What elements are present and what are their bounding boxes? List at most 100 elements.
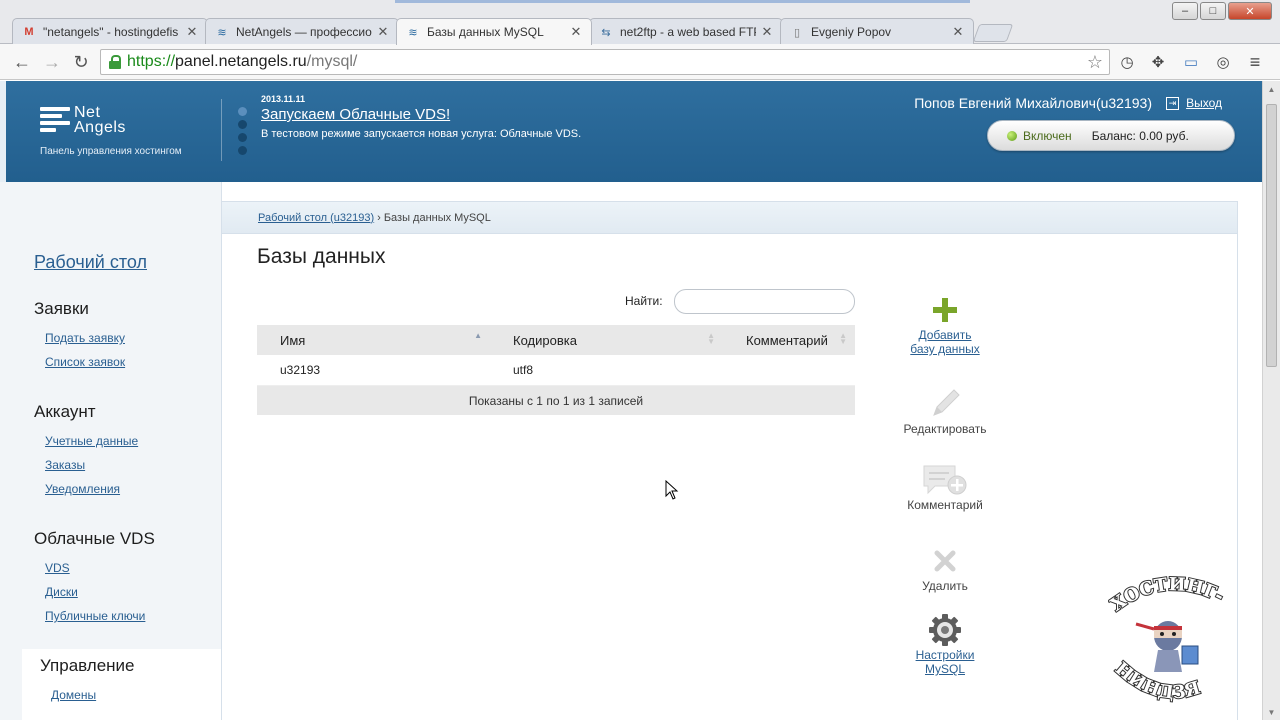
header-divider [221,99,222,161]
news-pager [238,107,247,159]
delete-x-icon [885,545,1005,577]
table-row[interactable]: u32193 utf8 [257,355,855,386]
add-database-button[interactable]: Добавить базу данных [885,294,1005,356]
comment-button[interactable]: Комментарий [885,464,1005,512]
balance-text: Баланс: 0.00 руб. [1091,128,1189,143]
tab-close-icon[interactable]: ✕ [569,24,583,40]
cell-comment [723,355,855,385]
scroll-thumb[interactable] [1266,104,1277,367]
news-dot[interactable] [238,146,247,155]
news-dot[interactable] [238,107,247,116]
delete-button[interactable]: Удалить [885,545,1005,593]
table-header: Имя ▲ Кодировка ▲ ▼ Комментарий ▲ ▼ [257,325,855,355]
sidebar-section-account: Аккаунт [34,402,96,421]
table-info: Показаны с 1 по 1 из 1 записей [257,386,855,415]
sidebar-item-domains[interactable]: Домены [51,688,96,702]
search-label: Найти: [625,294,663,308]
sidebar-item-request-list[interactable]: Список заявок [45,355,125,369]
sidebar-section-cloud-vds: Облачные VDS [34,529,155,548]
gear-icon [885,614,1005,646]
tab-netangels[interactable]: ≋ NetAngels — профессиональный ✕ [205,18,399,45]
sidebar: Рабочий стол Заявки Подать заявку Список… [0,182,222,720]
netangels-icon: ≋ [408,26,418,39]
column-header-encoding[interactable]: Кодировка ▲ ▼ [490,325,723,355]
site-header: Net Angels Панель управления хостингом 20… [0,81,1262,182]
sidebar-desktop-link[interactable]: Рабочий стол [34,252,147,273]
sidebar-section-requests: Заявки [34,299,89,318]
ninja-icon [1135,621,1199,672]
logout-link[interactable]: Выход [1186,96,1222,110]
puzzle-extension-icon[interactable]: ✥ [1149,53,1167,71]
address-bar[interactable]: https://panel.netangels.ru/mysql/ ☆ [100,49,1110,75]
tab-close-icon[interactable]: ✕ [760,24,774,40]
tabstrip-accent [395,0,970,3]
sidebar-item-notifications[interactable]: Уведомления [45,482,120,496]
news-dot[interactable] [238,120,247,129]
browser-toolbar: ← → ↻ https://panel.netangels.ru/mysql/ … [0,44,1280,80]
lock-icon [109,55,121,69]
menu-icon[interactable]: ≡ [1246,52,1264,72]
news-dot[interactable] [238,133,247,142]
comment-add-icon [885,464,1005,496]
tab-title: "netangels" - hostingdefis [43,25,179,39]
plus-icon [885,294,1005,326]
bookmark-star-icon[interactable]: ☆ [1087,52,1103,73]
sidebar-item-public-keys[interactable]: Публичные ключи [45,609,145,623]
forward-arrow-icon[interactable]: → [41,51,63,73]
circle-extension-icon[interactable]: ◎ [1214,53,1232,71]
status-text: Включен [1023,128,1072,143]
tab-gmail[interactable]: M "netangels" - hostingdefis ✕ [12,18,208,45]
gmail-icon: M [24,26,34,38]
sort-both-icon: ▲ ▼ [707,331,715,346]
mysql-settings-label: Настройки MySQL [915,648,975,676]
url-scheme: https:// [127,53,176,70]
breadcrumb-home-link[interactable]: Рабочий стол (u32193) [258,212,374,224]
comment-label: Комментарий [907,498,983,512]
sidebar-item-disks[interactable]: Диски [45,585,78,599]
column-label: Комментарий [746,332,828,348]
sidebar-item-submit-request[interactable]: Подать заявку [45,331,125,345]
maximize-button[interactable]: □ [1200,2,1226,20]
minimize-button[interactable]: – [1172,2,1198,20]
svg-text:ХОСТИНГ-: ХОСТИНГ- [1108,574,1227,616]
page-content: Net Angels Панель управления хостингом 20… [0,81,1262,720]
edit-label: Редактировать [903,422,987,436]
netangels-icon: ≋ [217,26,227,39]
sidebar-item-credentials[interactable]: Учетные данные [45,434,138,448]
tab-close-icon[interactable]: ✕ [951,24,965,40]
sidebar-section-management: Управление [40,656,135,675]
mysql-settings-button[interactable]: Настройки MySQL [885,614,1005,676]
scroll-down-arrow-icon[interactable]: ▼ [1263,704,1280,720]
edit-button[interactable]: Редактировать [885,388,1005,436]
sidebar-item-vds[interactable]: VDS [45,561,70,575]
tab-net2ftp[interactable]: ⇆ net2ftp - a web based FTP ✕ [589,18,783,45]
page-title: Базы данных [257,245,386,268]
tab-mysql[interactable]: ≋ Базы данных MySQL ✕ [396,18,592,45]
tab-evgeniy-popov[interactable]: ▯ Evgeniy Popov ✕ [780,18,974,45]
tab-close-icon[interactable]: ✕ [185,24,199,40]
scroll-up-arrow-icon[interactable]: ▲ [1263,81,1280,97]
url-host: panel.netangels.ru [175,53,307,70]
reload-icon[interactable]: ↻ [70,51,92,73]
url-path: /mysql/ [306,53,358,70]
sort-both-icon: ▲ ▼ [839,331,847,346]
breadcrumb-separator: › [377,211,381,224]
logout-icon[interactable]: ⇥ [1166,97,1179,110]
folder-extension-icon[interactable]: ▭ [1182,53,1200,71]
news-title-link[interactable]: Запускаем Облачные VDS! [261,106,450,123]
sort-asc-icon: ▲ [474,331,482,340]
back-arrow-icon[interactable]: ← [11,51,33,73]
search-input[interactable] [674,289,855,314]
status-led-icon [1007,130,1017,141]
new-tab-button[interactable] [972,24,1014,42]
clock-extension-icon[interactable]: ◷ [1118,53,1136,71]
column-header-name[interactable]: Имя ▲ [257,325,490,355]
pencil-icon [885,388,1005,420]
column-header-comment[interactable]: Комментарий ▲ ▼ [723,325,855,355]
close-window-button[interactable]: ✕ [1228,2,1272,20]
sidebar-item-orders[interactable]: Заказы [45,458,85,472]
window-controls: – □ ✕ [1172,2,1272,20]
page-scrollbar[interactable]: ▲ ▼ [1262,81,1280,720]
net2ftp-icon: ⇆ [601,26,611,39]
tab-close-icon[interactable]: ✕ [376,24,390,40]
